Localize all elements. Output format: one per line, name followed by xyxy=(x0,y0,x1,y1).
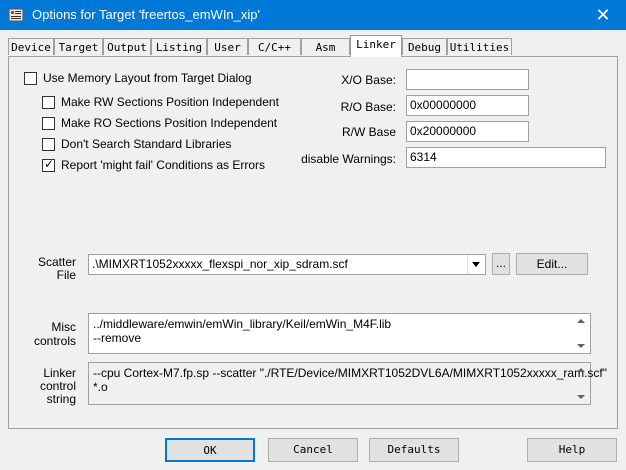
cancel-button[interactable]: Cancel xyxy=(268,438,358,462)
tab-user[interactable]: User xyxy=(207,38,248,55)
rw-base-input[interactable]: 0x20000000 xyxy=(406,121,529,142)
misc-line: ../middleware/emwin/emWin_library/Keil/e… xyxy=(93,317,392,331)
xo-base-label: X/O Base: xyxy=(341,73,396,87)
misc-label-controls: controls xyxy=(33,334,76,348)
checkmark-icon: ✓ xyxy=(44,157,55,171)
scatter-file-combo[interactable]: .\MIMXRT1052xxxxx_flexspi_nor_xip_sdram.… xyxy=(88,254,486,275)
checkbox-label: Don't Search Standard Libraries xyxy=(61,137,232,151)
scatter-label: Scatter xyxy=(37,255,76,269)
tab-utilities[interactable]: Utilities xyxy=(447,38,512,55)
checkbox-label: Report 'might fail' Conditions as Errors xyxy=(61,158,265,172)
linker-string-label-string: string xyxy=(46,392,76,406)
tab-target[interactable]: Target xyxy=(54,38,103,55)
checkbox-box[interactable] xyxy=(42,117,55,130)
checkbox-label: Make RW Sections Position Independent xyxy=(61,95,279,109)
options-icon xyxy=(8,8,24,22)
tab-listing[interactable]: Listing xyxy=(151,38,207,55)
tab-output[interactable]: Output xyxy=(103,38,151,55)
browse-scatter-button[interactable]: ... xyxy=(492,253,510,275)
help-button[interactable]: Help xyxy=(527,438,617,462)
tab-asm[interactable]: Asm xyxy=(301,38,350,55)
disable-warnings-label: disable Warnings: xyxy=(301,152,396,166)
tab-c-cpp[interactable]: C/C++ xyxy=(248,38,301,55)
edit-scatter-button[interactable]: Edit... xyxy=(516,253,588,275)
linker-string-scrollbar[interactable] xyxy=(573,363,590,404)
ro-base-input[interactable]: 0x00000000 xyxy=(406,95,529,116)
scatter-file-value: .\MIMXRT1052xxxxx_flexspi_nor_xip_sdram.… xyxy=(92,257,348,271)
misc-label: Misc xyxy=(51,320,76,334)
defaults-button[interactable]: Defaults xyxy=(369,438,459,462)
checkbox-box[interactable] xyxy=(24,72,37,85)
tab-device[interactable]: Device xyxy=(8,38,54,55)
scroll-up-icon[interactable] xyxy=(577,368,585,372)
title-bar: Options for Target 'freertos_emWIn_xip' … xyxy=(0,0,626,30)
ok-button[interactable]: OK xyxy=(165,438,255,462)
checkbox-box[interactable]: ✓ xyxy=(42,157,55,172)
checkbox-box[interactable] xyxy=(42,138,55,151)
window-title: Options for Target 'freertos_emWIn_xip' xyxy=(32,7,260,22)
checkbox-box[interactable] xyxy=(42,96,55,109)
disable-warnings-input[interactable]: 6314 xyxy=(406,147,606,168)
linker-string-label: Linker xyxy=(43,366,76,380)
scroll-down-icon[interactable] xyxy=(577,395,585,399)
chevron-down-icon xyxy=(472,262,480,267)
xo-base-input[interactable] xyxy=(406,69,529,90)
scroll-up-icon[interactable] xyxy=(577,319,585,323)
linker-control-string[interactable]: --cpu Cortex-M7.fp.sp --scatter "./RTE/D… xyxy=(88,362,607,405)
linker-string-label-control: control xyxy=(39,379,76,393)
scatter-label-file: File xyxy=(56,268,76,282)
tab-linker[interactable]: Linker xyxy=(350,35,402,57)
ro-base-label: R/O Base: xyxy=(340,100,396,114)
checkbox-label: Make RO Sections Position Independent xyxy=(61,116,278,130)
close-icon[interactable]: ✕ xyxy=(580,0,626,30)
scroll-down-icon[interactable] xyxy=(577,344,585,348)
linker-string-line: --cpu Cortex-M7.fp.sp --scatter "./RTE/D… xyxy=(93,366,607,380)
misc-scrollbar[interactable] xyxy=(573,314,590,353)
misc-line: --remove xyxy=(93,331,142,345)
linker-string-line: *.o xyxy=(93,380,108,394)
tab-debug[interactable]: Debug xyxy=(402,38,447,55)
scatter-dropdown-button[interactable] xyxy=(467,255,485,274)
misc-controls-textarea[interactable]: ../middleware/emwin/emWin_library/Keil/e… xyxy=(88,313,591,354)
checkbox-label: Use Memory Layout from Target Dialog xyxy=(43,71,252,85)
rw-base-label: R/W Base xyxy=(341,125,396,139)
